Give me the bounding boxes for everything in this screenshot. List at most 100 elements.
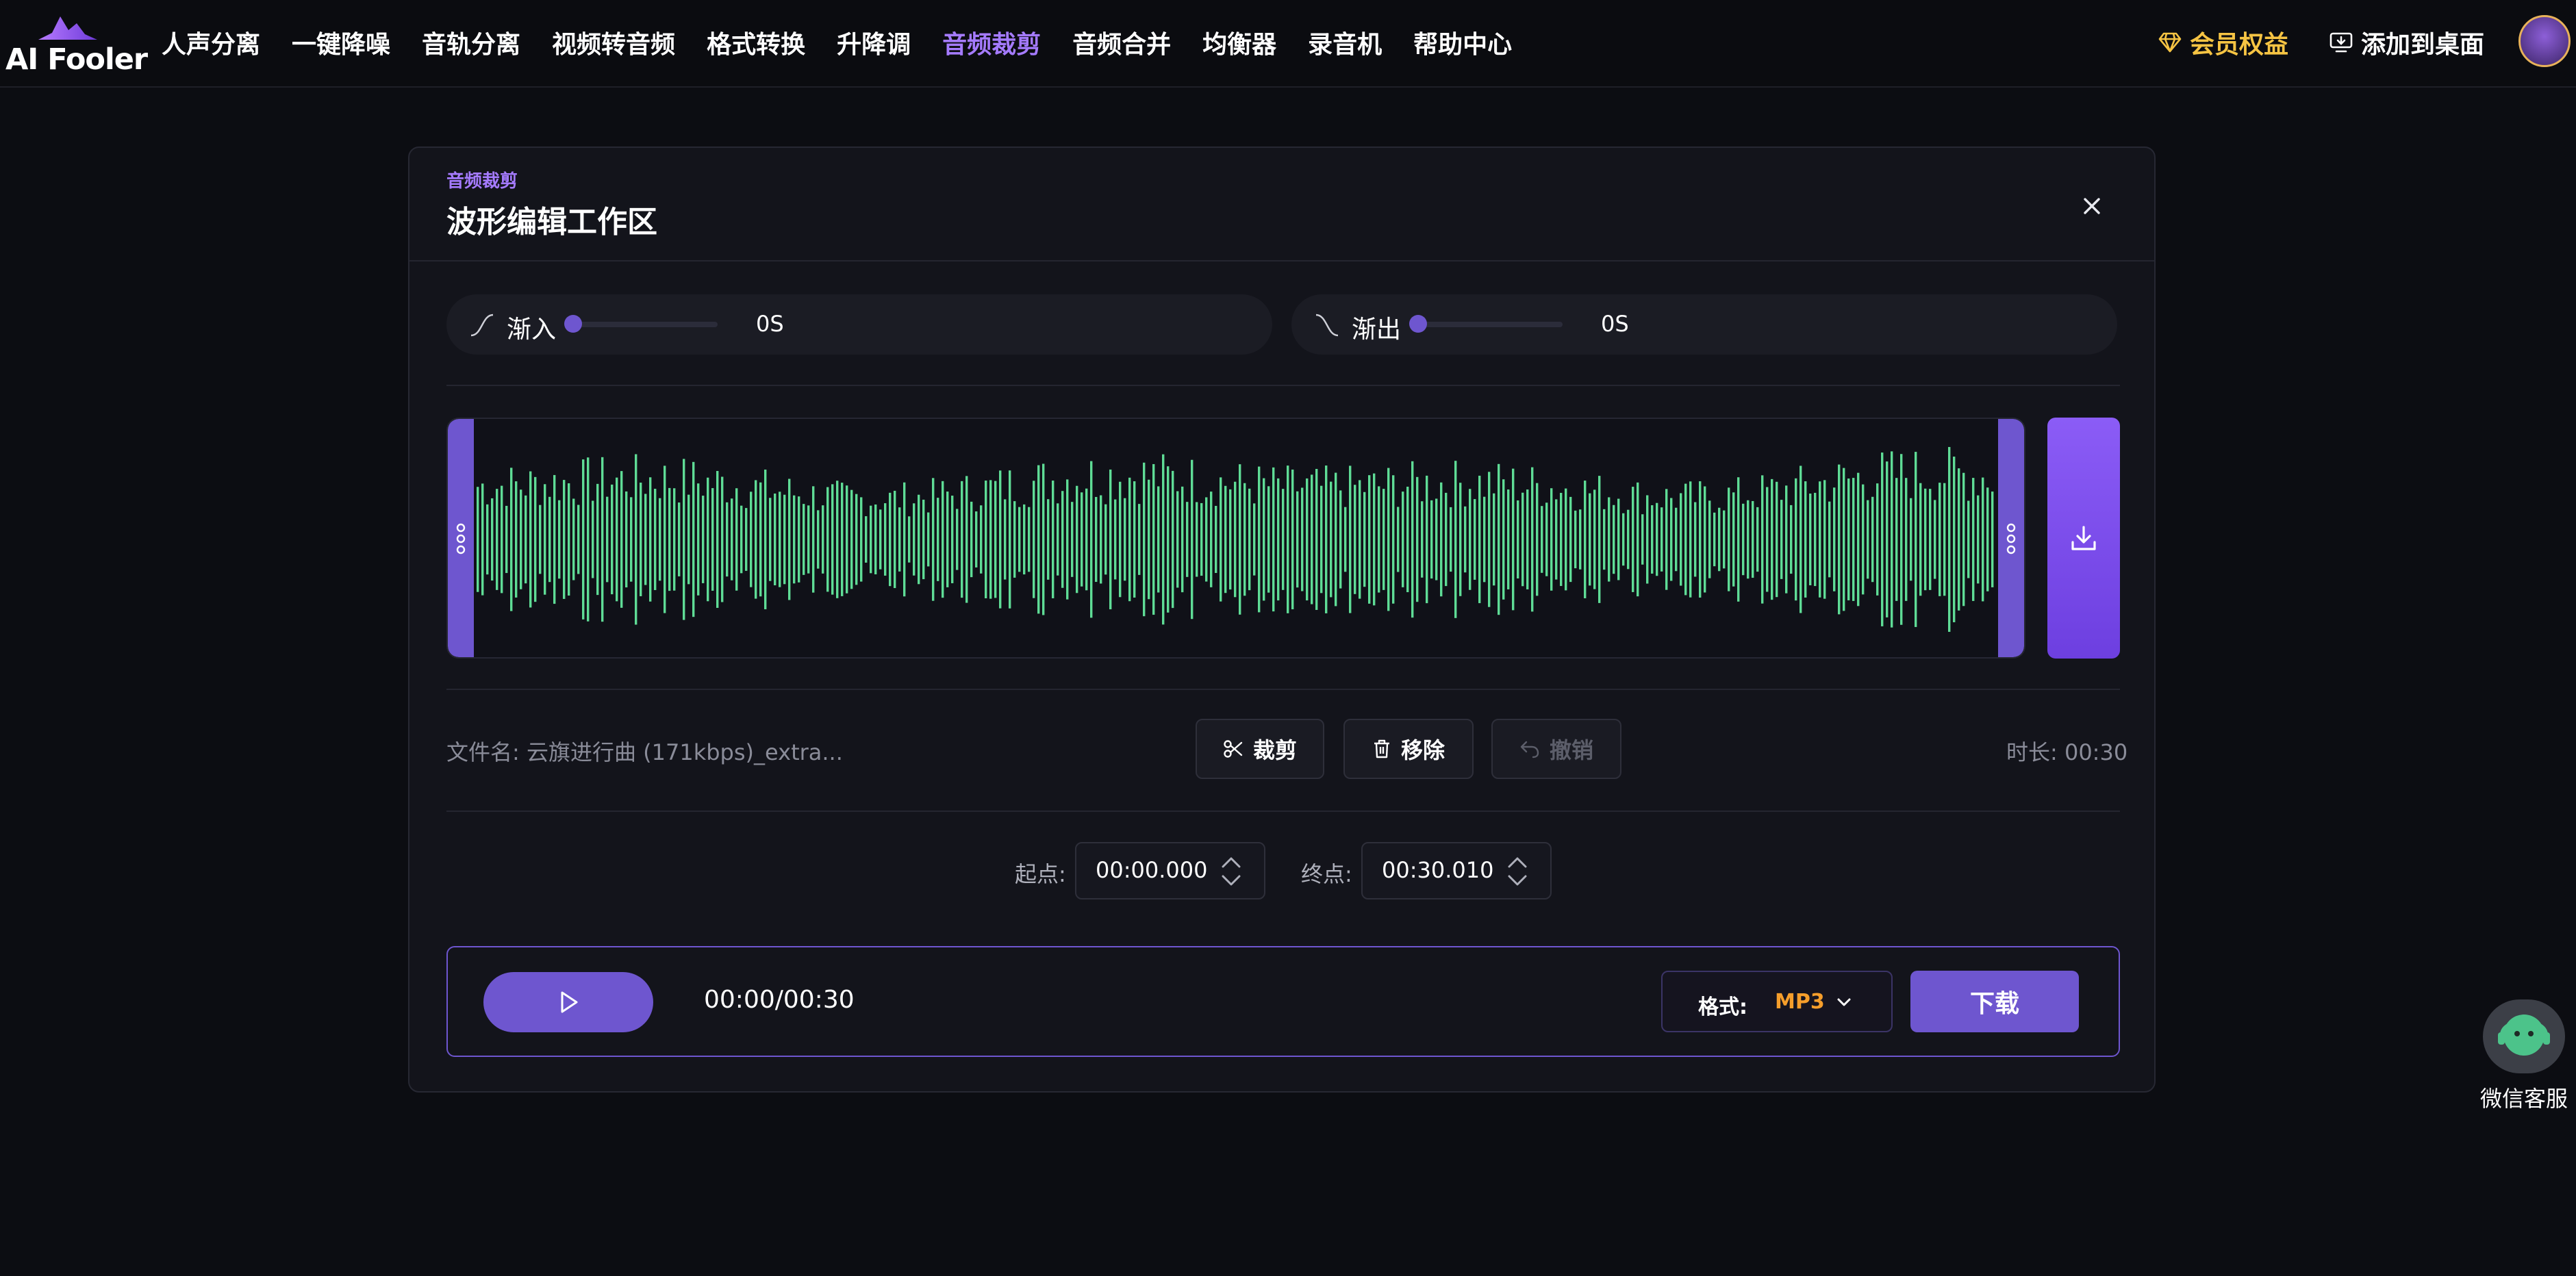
waveform-bar — [1613, 505, 1615, 574]
waveform-bar — [1339, 490, 1342, 589]
waveform-bar — [1891, 451, 1893, 628]
waveform-bar — [587, 457, 590, 622]
member-benefits-link[interactable]: 会员权益 — [2158, 25, 2288, 60]
waveform-bar — [1267, 486, 1270, 593]
waveform-bar — [1804, 481, 1807, 598]
waveform-bar — [496, 489, 498, 590]
waveform-bar — [951, 496, 954, 583]
remove-button[interactable]: 移除 — [1343, 719, 1474, 779]
waveform-bar — [937, 498, 939, 581]
fade-in-slider-track[interactable] — [570, 322, 718, 327]
cut-button[interactable]: 裁剪 — [1196, 719, 1324, 779]
waveform-bar — [1018, 507, 1021, 572]
waveform-bar — [1234, 481, 1237, 598]
waveform-bar — [1042, 463, 1045, 615]
waveform-bar — [1335, 472, 1337, 607]
nav-help-center[interactable]: 帮助中心 — [1413, 25, 1512, 60]
download-button[interactable]: 下载 — [1910, 971, 2079, 1032]
chat-bot-icon — [2498, 1015, 2550, 1056]
fade-out-slider-track[interactable] — [1415, 322, 1563, 327]
waveform-bar — [630, 497, 633, 582]
waveform-bar — [1406, 486, 1409, 593]
stepper-icon[interactable] — [1217, 853, 1245, 890]
logo[interactable]: AI Fooler — [5, 12, 148, 77]
waveform-bar — [1239, 464, 1241, 615]
waveform-bar — [635, 454, 637, 625]
waveform-area[interactable] — [446, 418, 2025, 659]
waveform-bar — [1186, 502, 1189, 577]
close-icon[interactable] — [2075, 189, 2109, 223]
waveform-bar — [1382, 489, 1385, 590]
waveform-bar — [932, 478, 935, 601]
waveform-bar — [510, 468, 513, 611]
waveform-bar — [1915, 452, 1917, 627]
waveform-bar — [1785, 485, 1788, 594]
waveform-bar — [1972, 478, 1975, 601]
waveform-bar — [1526, 489, 1529, 589]
start-time-input[interactable]: 00:00.000 — [1075, 842, 1265, 899]
waveform-bar — [1109, 469, 1112, 610]
export-segment-button[interactable] — [2047, 418, 2120, 659]
waveform-bar — [846, 485, 848, 594]
waveform-bar — [1934, 500, 1936, 579]
waveform-bar — [1205, 497, 1208, 582]
waveform-bar — [1871, 496, 1874, 583]
waveform-bar — [1732, 492, 1735, 587]
fade-in-slider-thumb[interactable] — [564, 315, 582, 333]
waveform-bar — [980, 505, 983, 574]
play-button[interactable] — [483, 972, 653, 1032]
waveform-bar — [798, 496, 800, 583]
nav-track-separation[interactable]: 音轨分离 — [422, 25, 520, 60]
trim-end-handle[interactable] — [1998, 419, 2024, 657]
waveform-bar — [1819, 481, 1821, 598]
waveform-bar — [534, 476, 537, 602]
trash-icon — [1374, 739, 1389, 758]
start-label: 起点: — [1015, 861, 1066, 887]
nav-audio-trim[interactable]: 音频裁剪 — [942, 25, 1041, 60]
waveform-bar — [1953, 457, 1956, 622]
waveform-bar — [1052, 481, 1055, 598]
waveform-bar — [989, 480, 992, 599]
waveform-bar — [1660, 507, 1663, 572]
nav-recorder[interactable]: 录音机 — [1308, 25, 1382, 60]
nav-video-to-audio[interactable]: 视频转音频 — [552, 25, 675, 60]
waveform-bar — [1033, 481, 1035, 598]
waveform-bar — [1354, 485, 1356, 594]
user-avatar[interactable] — [2518, 15, 2571, 67]
add-to-desktop-link[interactable]: 添加到桌面 — [2329, 25, 2484, 60]
waveform-bar — [1071, 502, 1074, 577]
nav-denoise[interactable]: 一键降噪 — [292, 25, 390, 60]
nav-audio-merge[interactable]: 音频合并 — [1072, 25, 1171, 60]
waveform-bar — [1756, 507, 1759, 572]
waveform-bar — [1301, 487, 1304, 591]
waveform-bar — [1512, 468, 1515, 611]
waveform-bar — [1943, 483, 1946, 596]
nav-equalizer[interactable]: 均衡器 — [1202, 25, 1276, 60]
format-select[interactable]: 格式: MP3 — [1661, 971, 1893, 1032]
end-time-input[interactable]: 00:30.010 — [1361, 842, 1552, 899]
wechat-service-button[interactable]: 微信客服 — [2480, 997, 2576, 1120]
waveform-bar — [1306, 478, 1309, 601]
waveform-bar — [654, 489, 657, 590]
waveform-bar — [1076, 485, 1078, 594]
waveform-bar — [1047, 499, 1050, 580]
stepper-icon[interactable] — [1504, 853, 1531, 890]
cut-label: 裁剪 — [1252, 737, 1297, 763]
waveform-bar — [894, 490, 896, 589]
waveform-bar — [903, 482, 906, 597]
fade-out-slider-thumb[interactable] — [1409, 315, 1427, 333]
chevron-down-icon — [1837, 998, 1851, 1006]
waveform-bar — [1450, 507, 1452, 572]
waveform-bar — [1761, 475, 1764, 604]
trim-start-handle[interactable] — [448, 419, 474, 657]
undo-button[interactable]: 撤销 — [1491, 719, 1621, 779]
waveform-bar — [692, 461, 695, 617]
waveform-bar — [1325, 465, 1328, 613]
waveform-bar — [1095, 496, 1098, 583]
nav-vocal-separation[interactable]: 人声分离 — [162, 25, 260, 60]
nav-pitch-shift[interactable]: 升降调 — [837, 25, 911, 60]
waveform-bar — [826, 487, 829, 592]
nav-format-convert[interactable]: 格式转换 — [707, 25, 805, 60]
waveform-bar — [1857, 472, 1860, 607]
waveform-bar — [1368, 475, 1371, 604]
